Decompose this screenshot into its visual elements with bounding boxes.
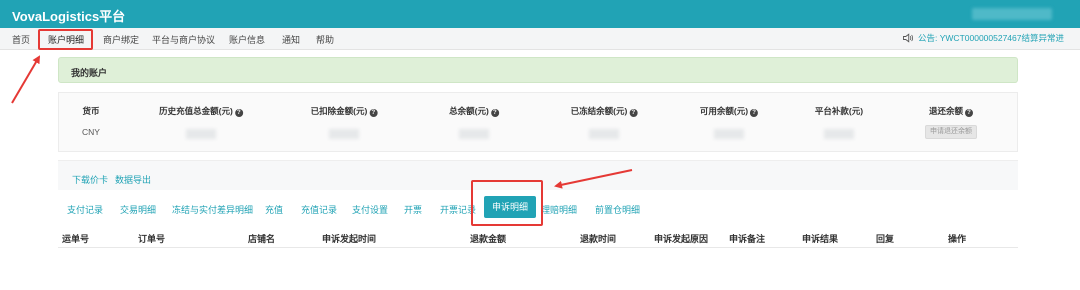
- value-currency: CNY: [82, 127, 100, 137]
- data-export-link[interactable]: 数据导出: [115, 173, 151, 186]
- header-deducted: 已扣除金额(元)?: [311, 105, 378, 117]
- header-platform-compensation: 平台补款(元): [814, 106, 864, 116]
- column-appeal-reason: 申诉发起原因: [654, 234, 709, 244]
- question-circle-icon[interactable]: ?: [750, 109, 759, 117]
- tab-front-warehouse-details[interactable]: 前置仓明细: [595, 203, 640, 216]
- annotation-box-nav: [38, 29, 93, 50]
- column-refund-amount: 退款金额: [470, 234, 507, 244]
- question-circle-icon[interactable]: ?: [369, 109, 378, 117]
- column-appeal-time: 申诉发起时间: [322, 234, 377, 244]
- header-currency: 货币: [82, 106, 100, 116]
- column-appeal-remark: 申诉备注: [729, 234, 766, 244]
- column-actions: 操作: [948, 234, 967, 244]
- account-banner: 我的账户: [58, 57, 1018, 83]
- header-refund-balance: 退还余额?: [929, 105, 974, 117]
- tab-invoice[interactable]: 开票: [404, 203, 422, 216]
- header-available-balance: 可用余额(元)?: [700, 105, 759, 117]
- value-total-recharge-blurred: [186, 129, 216, 139]
- nav-item-merchant-binding[interactable]: 商户绑定: [103, 33, 139, 46]
- appeal-table-header: 运单号 订单号 店铺名 申诉发起时间 退款金额 退款时间 申诉发起原因 申诉备注…: [58, 228, 1018, 248]
- column-waybill-no: 运单号: [62, 234, 90, 244]
- question-circle-icon[interactable]: ?: [629, 109, 638, 117]
- download-price-card-link[interactable]: 下载价卡: [72, 173, 108, 186]
- question-circle-icon[interactable]: ?: [490, 109, 499, 117]
- top-bar: VovaLogistics平台: [0, 0, 1080, 28]
- tab-payment-settings[interactable]: 支付设置: [352, 203, 388, 216]
- annotation-arrow-nav: [11, 55, 41, 104]
- column-appeal-result: 申诉结果: [802, 234, 839, 244]
- main-nav: 首页 账户明细 商户绑定 平台与商户协议 账户信息 通知 帮助 公告: YWCT…: [0, 28, 1080, 50]
- nav-item-notifications[interactable]: 通知: [282, 33, 300, 46]
- notice-text: 公告: YWCT000000527467结算异常进: [918, 33, 1064, 43]
- question-circle-icon[interactable]: ?: [965, 109, 974, 117]
- notice-bar[interactable]: 公告: YWCT000000527467结算异常进: [902, 32, 1064, 44]
- nav-item-help[interactable]: 帮助: [316, 33, 334, 46]
- column-reply: 回复: [876, 234, 895, 244]
- refund-balance-button[interactable]: 申请退还余额: [925, 125, 977, 139]
- nav-item-home[interactable]: 首页: [12, 33, 30, 46]
- value-total-balance-blurred: [459, 129, 489, 139]
- header-frozen-balance: 已冻结余额(元)?: [571, 105, 638, 117]
- annotation-box-tab: [471, 180, 543, 226]
- account-summary: 货币 历史充值总金额(元)? 已扣除金额(元)? 总余额(元)? 已冻结余额(元…: [58, 92, 1018, 152]
- value-available-balance-blurred: [714, 129, 744, 139]
- nav-item-account-info[interactable]: 账户信息: [229, 33, 265, 46]
- speaker-icon: [903, 33, 914, 43]
- tab-payment-records[interactable]: 支付记录: [67, 203, 103, 216]
- app-title: VovaLogistics平台: [12, 9, 126, 24]
- column-refund-time: 退款时间: [580, 234, 617, 244]
- value-platform-compensation-blurred: [824, 129, 854, 139]
- column-store-name: 店铺名: [248, 234, 276, 244]
- tab-recharge[interactable]: 充值: [265, 203, 283, 216]
- tab-recharge-records[interactable]: 充值记录: [301, 203, 337, 216]
- value-deducted-blurred: [329, 129, 359, 139]
- header-total-balance: 总余额(元)?: [449, 105, 499, 117]
- tab-freeze-difference[interactable]: 冻结与实付差异明细: [172, 203, 253, 216]
- value-frozen-balance-blurred: [589, 129, 619, 139]
- column-order-no: 订单号: [138, 234, 166, 244]
- tab-claim-details[interactable]: 理赔明细: [541, 203, 577, 216]
- question-circle-icon[interactable]: ?: [234, 109, 243, 117]
- user-info-blurred[interactable]: [972, 8, 1052, 20]
- nav-item-platform-agreement[interactable]: 平台与商户协议: [152, 33, 215, 46]
- header-total-recharge: 历史充值总金额(元)?: [159, 105, 243, 117]
- account-banner-title: 我的账户: [71, 68, 108, 78]
- tab-transaction-details[interactable]: 交易明细: [120, 203, 156, 216]
